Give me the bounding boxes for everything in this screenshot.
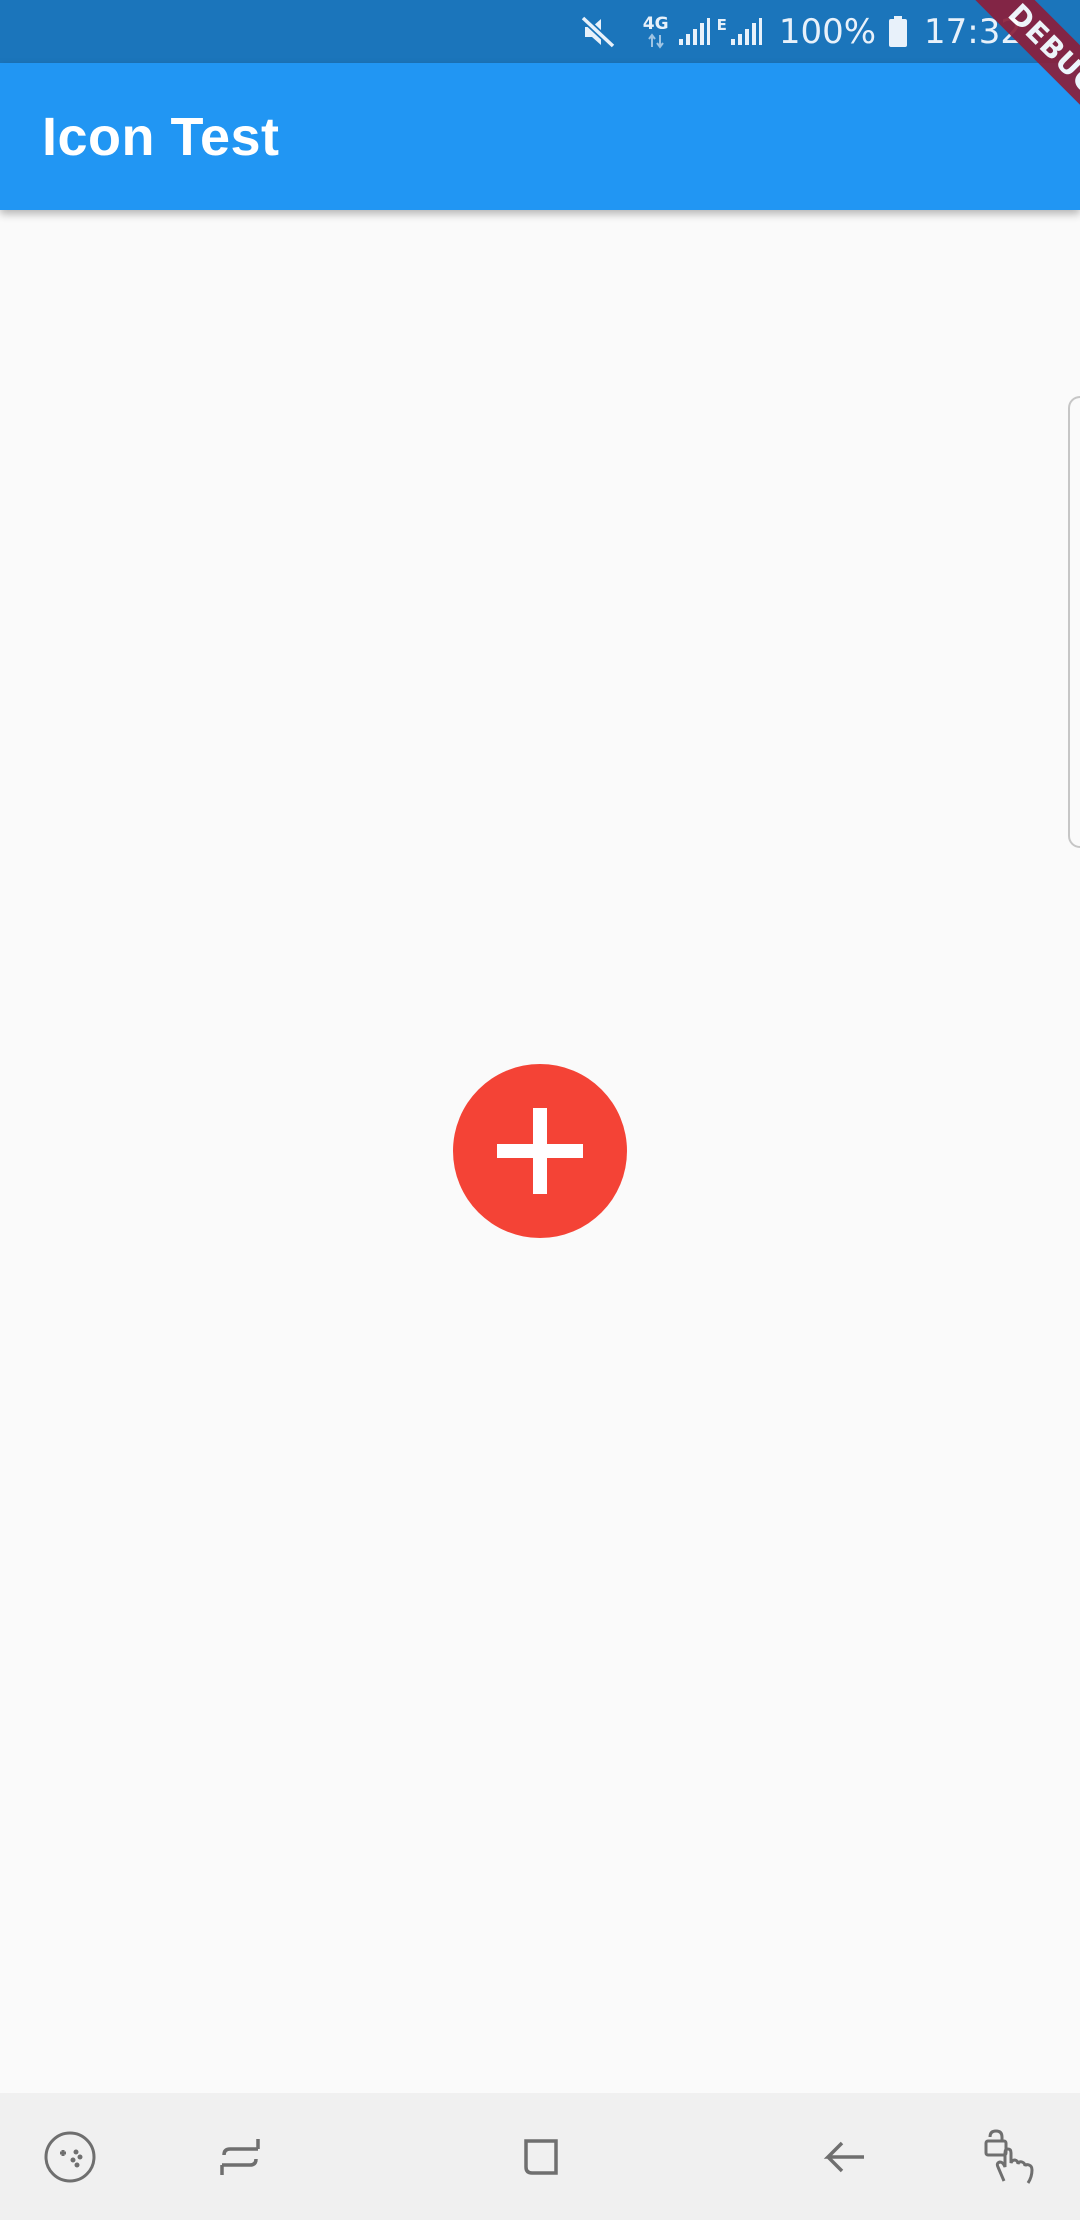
signal-icon [677,17,711,47]
navigation-bar [0,2093,1080,2220]
edge-panel-handle[interactable] [1068,396,1080,848]
back-button[interactable] [784,2093,904,2220]
game-tools-icon [44,2131,96,2182]
network-4g-icon: 4G [643,15,669,49]
page-title: Icon Test [42,106,280,167]
signal-e-icon: E [717,17,763,47]
app-bar: Icon Test [0,63,1080,210]
mute-icon [580,14,617,49]
back-icon [823,2141,864,2172]
home-button[interactable] [480,2093,600,2220]
home-icon [524,2138,558,2175]
network-label: 4G [642,13,669,34]
battery-percent: 100% [778,11,877,52]
battery-icon [888,15,908,48]
add-button[interactable] [452,1063,628,1239]
clock: 17:32 [924,11,1022,52]
status-bar: 4G E 100% 17:32 [0,0,1080,63]
data-arrows-icon [647,32,664,49]
recents-button[interactable] [180,2093,300,2220]
game-tools-button[interactable] [10,2093,130,2220]
recents-icon [220,2138,260,2175]
screen-lock-button[interactable] [950,2093,1070,2220]
network-secondary-label: E [716,15,727,34]
screen-lock-icon [984,2128,1034,2184]
add-circle-icon [453,1064,627,1238]
